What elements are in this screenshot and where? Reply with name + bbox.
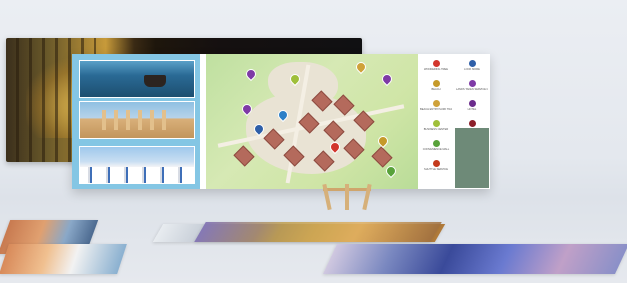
legend-dot-icon (432, 60, 440, 67)
map-pin-icon (243, 66, 259, 82)
legend-dot-icon (468, 80, 476, 87)
floor-print (0, 244, 127, 274)
legend-label: LOOK MORE (464, 68, 480, 71)
legend-item: LANDS TAKEN SERVICE CENTER (456, 80, 488, 91)
column (126, 110, 130, 130)
floor-print (194, 222, 442, 242)
easel-leg (345, 184, 349, 210)
legend-item: BUSINESS CENTER (420, 120, 452, 131)
village-photo (79, 146, 195, 184)
column (150, 110, 154, 130)
legend-item: SHUTTLE SERVICE (420, 160, 452, 171)
legend-label: SHUTTLE SERVICE (424, 168, 448, 171)
map-pin-icon (379, 71, 395, 87)
legend-item: BEACH ENTRY/SURF TRAIL (420, 100, 452, 111)
harbor-photo (79, 60, 195, 98)
map-pin-icon (353, 59, 369, 75)
legend-item: WONDERING TREE (420, 60, 452, 71)
legend-item: BEACH (420, 80, 452, 91)
legend-item: HOTEL (456, 100, 488, 111)
product-photo-scene: WONDERING TREE LOOK MORE BEACH LANDS TAK… (0, 0, 627, 283)
column (102, 110, 106, 130)
legend-label: LANDS TAKEN SERVICE CENTER (456, 88, 488, 91)
legend-label: BEACH (431, 88, 441, 91)
legend-dot-icon (468, 60, 476, 67)
legend-dot-icon (432, 100, 440, 107)
legend-label: BEACH ENTRY/SURF TRAIL (420, 108, 452, 111)
photo-column (72, 54, 200, 189)
legend-dot-icon (432, 160, 440, 167)
wooden-easel (317, 180, 377, 211)
column (162, 110, 166, 130)
legend-item: CONVENIENCE MALL (420, 140, 452, 151)
legend-item: LOOK MORE (456, 60, 488, 71)
legend-dot-icon (432, 120, 440, 127)
white-houses (80, 167, 194, 183)
temple-photo (79, 101, 195, 139)
map-edge-strip (455, 128, 489, 188)
map-pin-icon (383, 163, 399, 179)
illustrated-map (206, 54, 418, 189)
map-pin-icon (375, 133, 391, 149)
boat (144, 75, 166, 87)
column (114, 110, 118, 130)
legend-label: HOTEL (467, 108, 477, 111)
legend-dot-icon (432, 140, 440, 147)
legend-dot-icon (468, 100, 476, 107)
resort-map-panel: WONDERING TREE LOOK MORE BEACH LANDS TAK… (72, 54, 490, 189)
legend-label: CONVENIENCE MALL (422, 148, 450, 151)
legend-dot-icon (468, 120, 476, 127)
legend-label: WONDERING TREE (423, 68, 449, 71)
legend-dot-icon (432, 80, 440, 87)
roof (371, 146, 393, 168)
legend-label: BUSINESS CENTER (423, 128, 449, 131)
column (138, 110, 142, 130)
floor-print (323, 244, 627, 274)
